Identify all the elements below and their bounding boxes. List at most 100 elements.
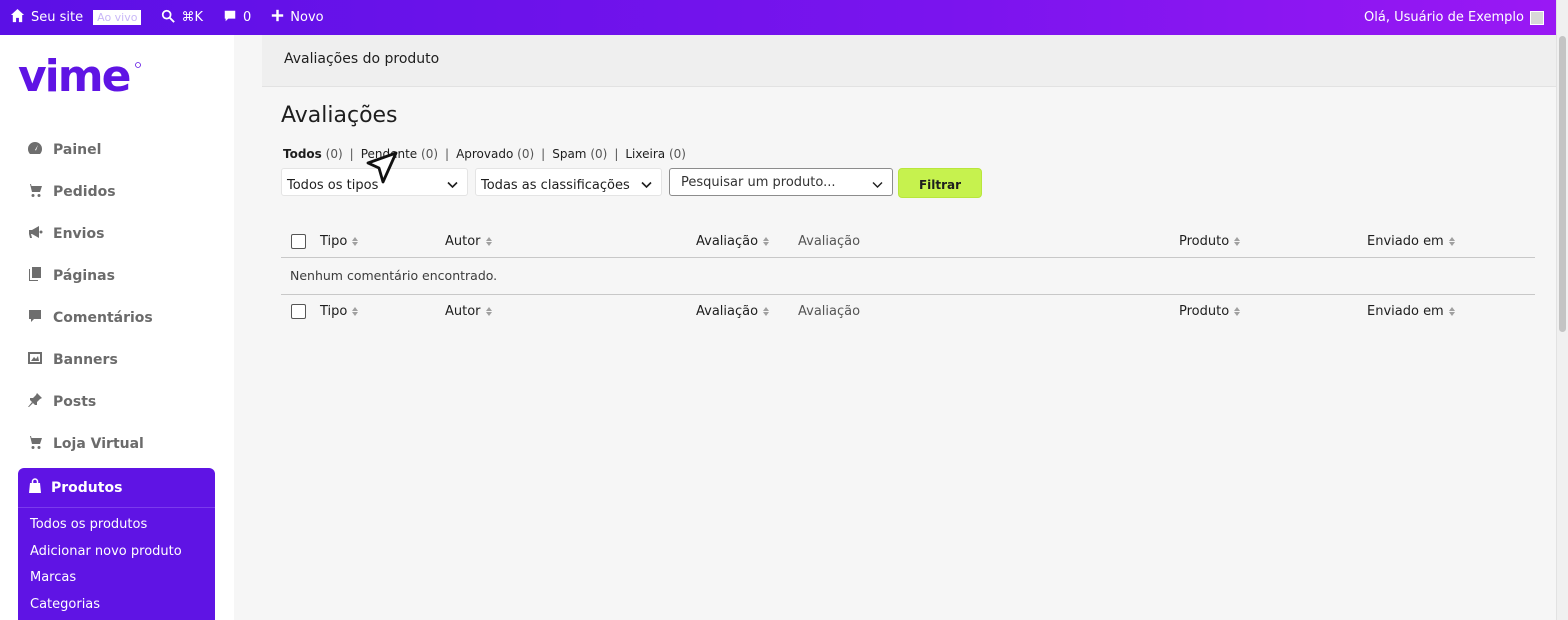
submenu-marcas[interactable]: Marcas	[30, 565, 215, 592]
mouse-cursor-icon	[364, 150, 400, 190]
product-search-placeholder: Pesquisar um produto...	[681, 174, 836, 190]
submenu-todos-produtos[interactable]: Todos os produtos	[30, 512, 215, 539]
column-avaliacao-text: Avaliação	[798, 234, 861, 249]
separator: |	[614, 147, 619, 161]
sidebar-item-comentarios[interactable]: Comentários	[0, 297, 234, 339]
sidebar-item-paginas[interactable]: Páginas	[0, 255, 234, 297]
status-link-aprovado[interactable]: Aprovado (0)	[456, 147, 534, 161]
home-icon	[10, 8, 25, 27]
sidebar-menu: Painel Pedidos Envios Páginas Comentário…	[0, 129, 234, 465]
sidebar-item-label: Comentários	[53, 310, 153, 326]
sidebar-item-banners[interactable]: Banners	[0, 339, 234, 381]
column-tipo[interactable]: Tipo	[320, 234, 359, 249]
product-search-select[interactable]: Pesquisar um produto...	[669, 168, 893, 196]
search-icon	[161, 9, 176, 27]
submenu-adicionar-produto[interactable]: Adicionar novo produto	[30, 539, 215, 566]
empty-message: Nenhum comentário encontrado.	[290, 268, 498, 283]
comment-icon	[27, 308, 43, 328]
plus-icon	[271, 9, 284, 26]
sidebar-item-label: Loja Virtual	[53, 436, 144, 452]
separator: |	[349, 147, 354, 161]
sort-icon	[485, 237, 492, 246]
header-title: Avaliações do produto	[284, 51, 440, 67]
sidebar-item-posts[interactable]: Posts	[0, 381, 234, 423]
sort-icon	[1448, 237, 1455, 246]
sidebar-item-label: Envios	[53, 226, 105, 242]
separator: |	[541, 147, 546, 161]
comments-count: 0	[243, 10, 252, 25]
svg-text:vime: vime	[18, 57, 130, 97]
page-scrollbar[interactable]	[1556, 0, 1568, 620]
live-badge: Ao vivo	[93, 10, 142, 25]
chevron-down-icon	[641, 178, 652, 193]
rating-select[interactable]: Todas as classificações	[475, 168, 662, 196]
column-avaliacao-rating[interactable]: Avaliação	[696, 234, 770, 249]
vime-logo[interactable]: vime	[18, 51, 142, 102]
status-link-todos[interactable]: Todos (0)	[283, 147, 343, 161]
chevron-down-icon	[447, 178, 458, 193]
admin-bar: Seu site Ao vivo ⌘K 0 Novo Olá, Usuário …	[0, 0, 1568, 35]
select-all-checkbox[interactable]	[291, 234, 306, 249]
sidebar-item-label: Produtos	[51, 479, 123, 496]
select-all-checkbox-footer[interactable]	[291, 304, 306, 319]
empty-row: Nenhum comentário encontrado.	[281, 258, 1535, 294]
greeting: Olá, Usuário de Exemplo	[1364, 10, 1524, 25]
search-shortcut-label: ⌘K	[181, 10, 204, 25]
sidebar-item-label: Painel	[53, 142, 102, 158]
column-enviado-em[interactable]: Enviado em	[1367, 234, 1455, 249]
sort-icon	[1448, 307, 1455, 316]
account-menu[interactable]: Olá, Usuário de Exemplo	[1364, 10, 1568, 25]
sidebar-item-label: Pedidos	[53, 184, 116, 200]
chevron-down-icon	[872, 178, 883, 193]
sort-icon	[352, 307, 359, 316]
sort-icon	[1234, 237, 1241, 246]
cart-icon	[27, 182, 43, 202]
status-filter-links: Todos (0) | Pendente (0) | Aprovado (0) …	[283, 147, 686, 161]
sidebar-item-produtos: Produtos Todos os produtos Adicionar nov…	[18, 468, 215, 620]
comment-icon	[223, 9, 237, 27]
sidebar-item-loja-virtual[interactable]: Loja Virtual	[0, 423, 234, 465]
sidebar-item-painel[interactable]: Painel	[0, 129, 234, 171]
content-header: Avaliações do produto	[262, 35, 1556, 87]
sidebar-item-envios[interactable]: Envios	[0, 213, 234, 255]
column-avaliacao-text: Avaliação	[798, 304, 861, 319]
pin-icon	[27, 392, 43, 412]
filter-button[interactable]: Filtrar	[898, 168, 982, 198]
column-produto[interactable]: Produto	[1179, 304, 1241, 319]
table-header-row: Tipo Autor Avaliação Avaliação Produto E…	[281, 225, 1535, 258]
column-autor[interactable]: Autor	[445, 304, 492, 319]
search-shortcut[interactable]: ⌘K	[151, 0, 213, 35]
gauge-icon	[27, 140, 43, 160]
megaphone-icon	[27, 224, 43, 244]
avatar	[1530, 10, 1544, 25]
cart-icon	[27, 434, 43, 454]
column-enviado-em[interactable]: Enviado em	[1367, 304, 1455, 319]
sidebar-item-produtos-head[interactable]: Produtos	[18, 468, 215, 508]
sidebar-item-label: Posts	[53, 394, 97, 410]
rating-select-value: Todas as classificações	[481, 177, 630, 193]
new-label: Novo	[290, 10, 324, 25]
status-link-spam[interactable]: Spam (0)	[552, 147, 607, 161]
sort-icon	[1234, 307, 1241, 316]
page-title: Avaliações	[281, 103, 398, 128]
sidebar-item-label: Páginas	[53, 268, 115, 284]
sidebar-item-label: Banners	[53, 352, 118, 368]
site-link[interactable]: Seu site Ao vivo	[0, 0, 151, 35]
status-link-lixeira[interactable]: Lixeira (0)	[625, 147, 686, 161]
new-link[interactable]: Novo	[261, 0, 333, 35]
submenu-categorias[interactable]: Categorias	[30, 592, 215, 619]
column-avaliacao-rating[interactable]: Avaliação	[696, 304, 770, 319]
comments-link[interactable]: 0	[213, 0, 261, 35]
sidebar: vime Painel Pedidos Envios Páginas Comen…	[0, 35, 234, 620]
scrollbar-thumb[interactable]	[1559, 36, 1566, 332]
sidebar-item-pedidos[interactable]: Pedidos	[0, 171, 234, 213]
produtos-submenu: Todos os produtos Adicionar novo produto…	[18, 508, 215, 618]
sort-icon	[352, 237, 359, 246]
column-tipo[interactable]: Tipo	[320, 304, 359, 319]
column-autor[interactable]: Autor	[445, 234, 492, 249]
column-produto[interactable]: Produto	[1179, 234, 1241, 249]
pages-icon	[27, 266, 43, 286]
sort-icon	[763, 307, 770, 316]
table-footer-row: Tipo Autor Avaliação Avaliação Produto E…	[281, 294, 1535, 326]
site-label: Seu site	[31, 10, 84, 25]
